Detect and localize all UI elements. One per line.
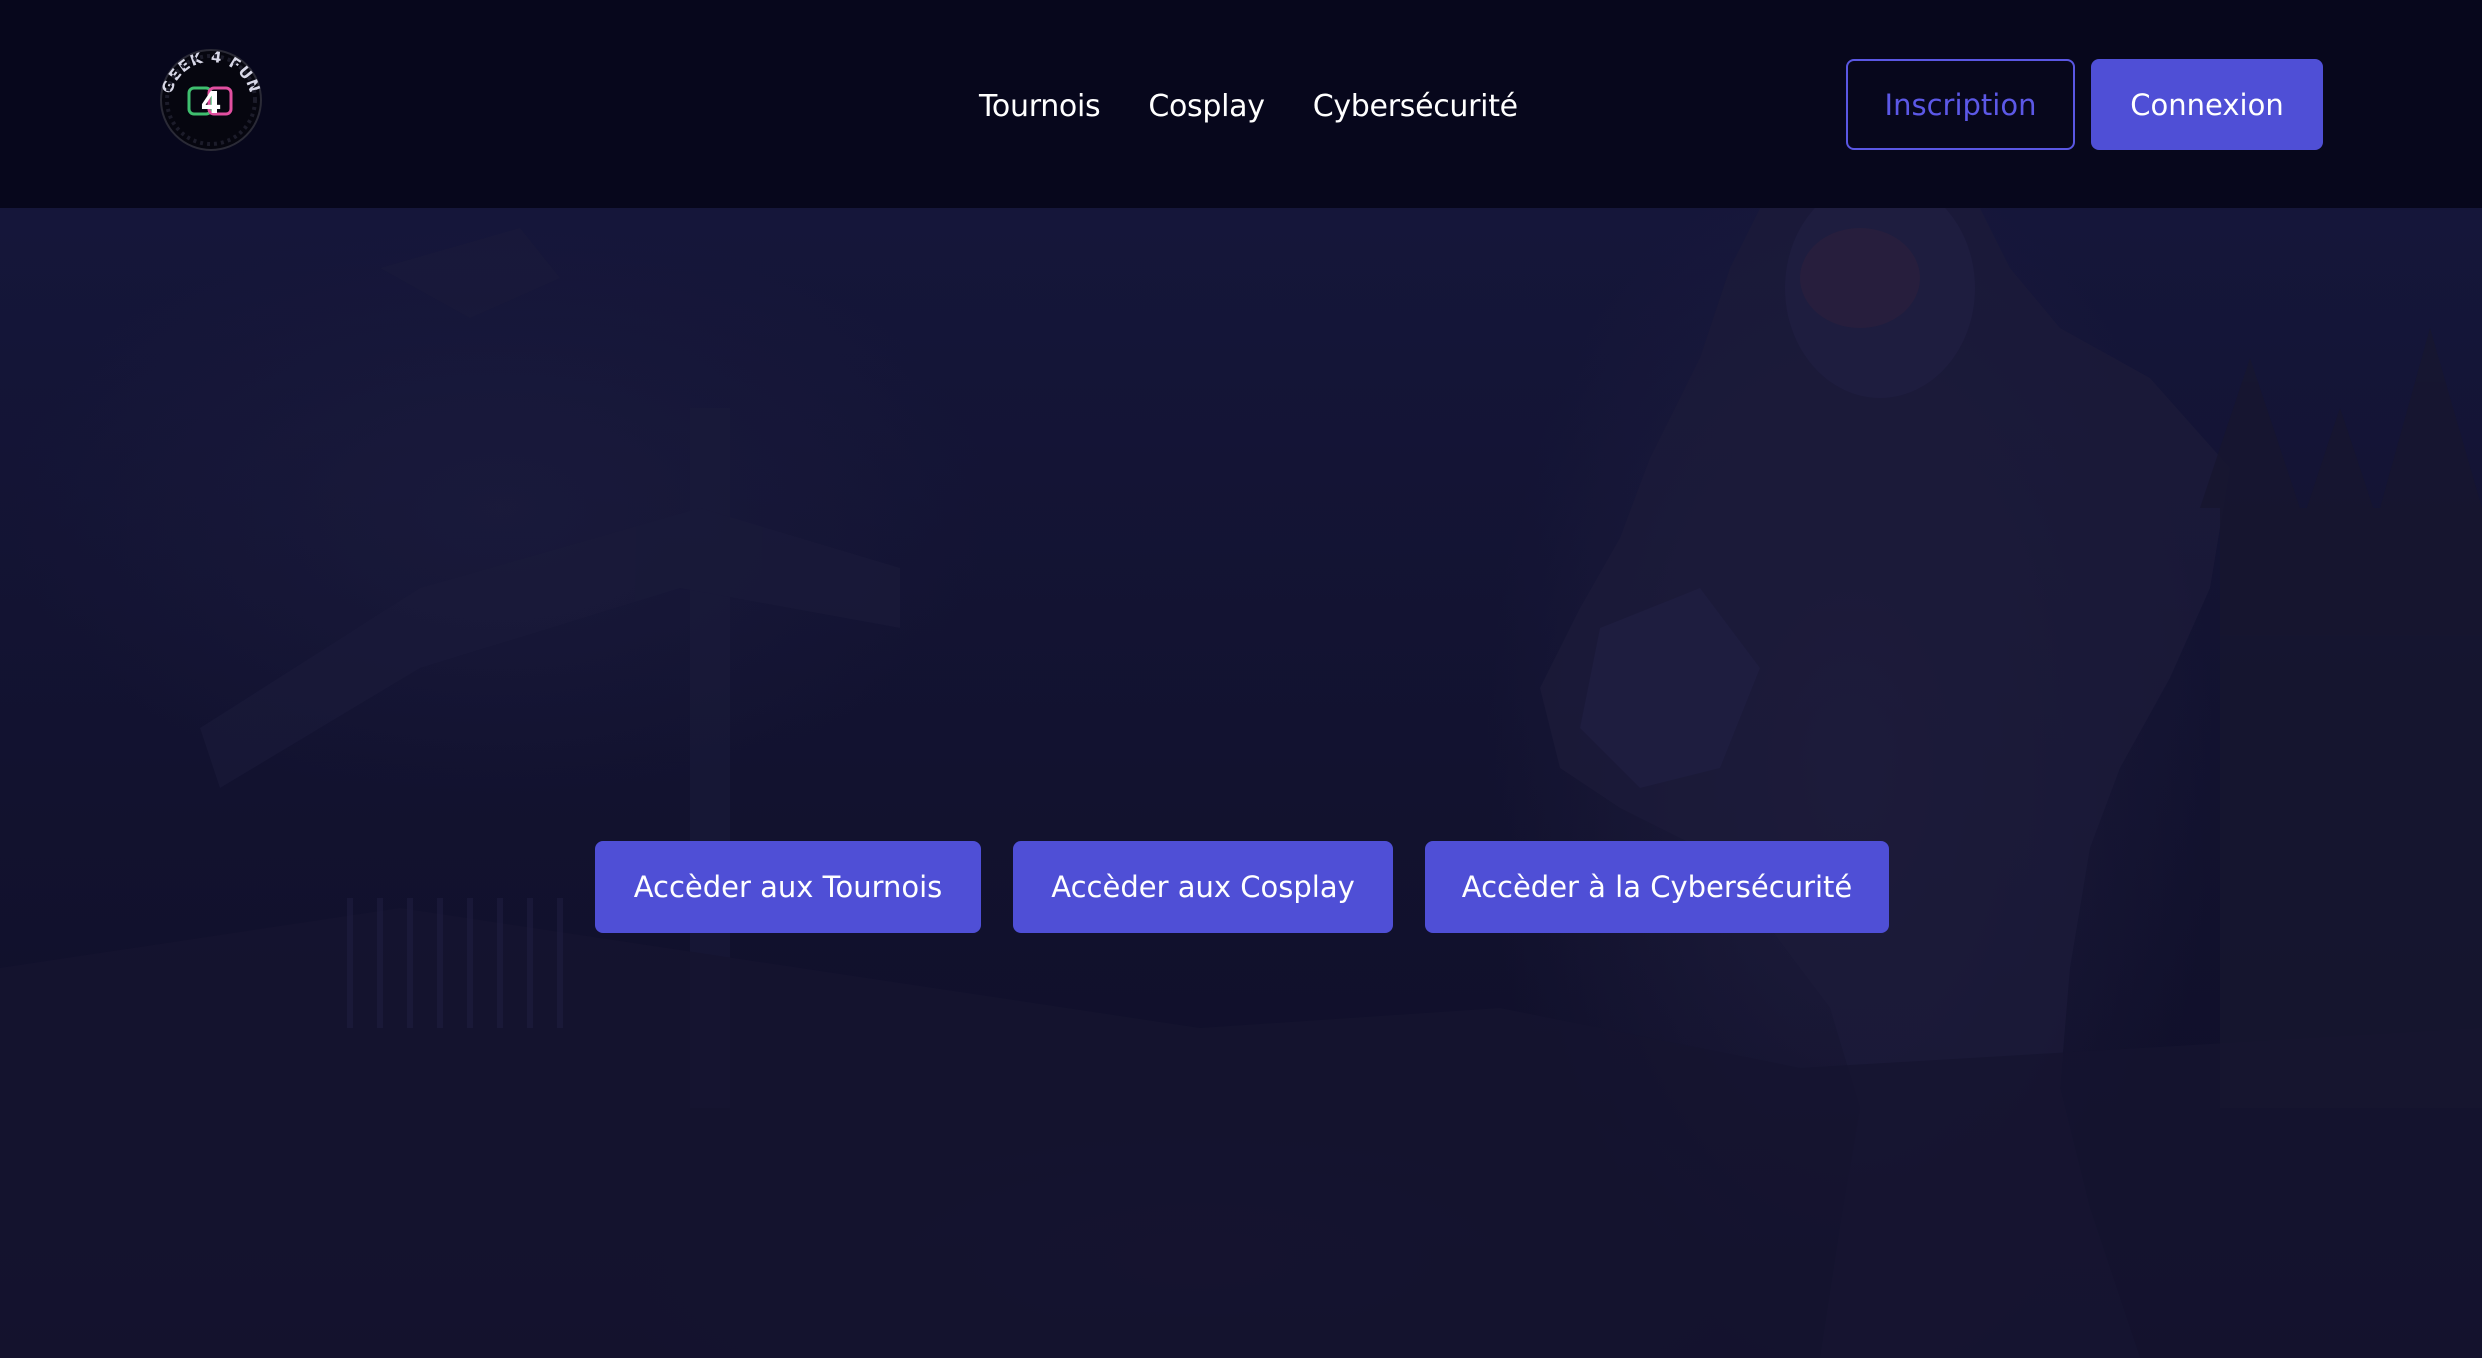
hero-section: Accèder aux Tournois Accèder aux Cosplay… (0, 208, 2482, 1358)
login-button[interactable]: Connexion (2091, 59, 2323, 150)
tournaments-cta-button[interactable]: Accèder aux Tournois (595, 841, 981, 933)
signup-button[interactable]: Inscription (1846, 59, 2075, 150)
nav-link-tournois[interactable]: Tournois (979, 89, 1101, 124)
geek-4-fun-logo-icon[interactable]: GEEK 4 FUN 4 (157, 46, 265, 154)
nav-link-cybersecurite[interactable]: Cybersécurité (1313, 89, 1518, 124)
hero-cta-row: Accèder aux Tournois Accèder aux Cosplay… (595, 841, 1889, 933)
nav-link-cosplay[interactable]: Cosplay (1148, 89, 1265, 124)
site-header: GEEK 4 FUN 4 Tournois Cosplay Cybersécur… (0, 0, 2482, 208)
cosplay-cta-button[interactable]: Accèder aux Cosplay (1013, 841, 1393, 933)
hero-background-image (0, 208, 2482, 1358)
cybersecurity-cta-button[interactable]: Accèder à la Cybersécurité (1425, 841, 1889, 933)
main-nav: Tournois Cosplay Cybersécurité (979, 80, 1518, 132)
svg-text:4: 4 (201, 86, 222, 121)
